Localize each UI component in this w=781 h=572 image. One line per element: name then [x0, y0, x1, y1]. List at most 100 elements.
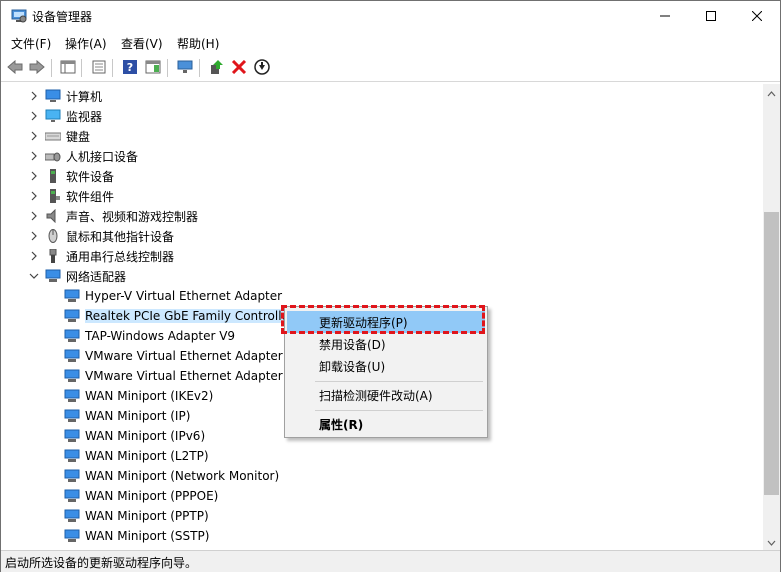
network-adapter-icon	[64, 389, 80, 403]
chevron-right-icon[interactable]	[29, 211, 39, 221]
menu-view[interactable]: 查看(V)	[121, 35, 163, 52]
chevron-right-icon[interactable]	[29, 111, 39, 121]
tree-item-network-adapter[interactable]: WAN Miniport (PPTP)	[64, 506, 209, 526]
forward-icon	[29, 59, 45, 77]
tree-label: 软件设备	[66, 169, 115, 184]
enable-device-button[interactable]	[253, 58, 271, 78]
network-adapter-icon	[64, 289, 80, 303]
network-adapter-icon	[64, 509, 80, 523]
tree-category-software-component[interactable]: 软件组件	[29, 186, 114, 206]
tree-label: WAN Miniport (Network Monitor)	[85, 469, 280, 483]
menu-file[interactable]: 文件(F)	[11, 35, 51, 52]
chevron-right-icon[interactable]	[29, 251, 39, 261]
vertical-scrollbar[interactable]	[763, 84, 780, 550]
scan-hardware-button[interactable]	[176, 59, 194, 77]
scroll-down-button[interactable]	[763, 533, 780, 550]
tree-label: 鼠标和其他指针设备	[66, 229, 175, 244]
tree-item-network-adapter[interactable]: TAP-Windows Adapter V9	[64, 326, 235, 346]
menu-help[interactable]: 帮助(H)	[177, 35, 219, 52]
show-hide-tree-button[interactable]	[59, 59, 77, 77]
tree-label: VMware Virtual Ethernet Adapter f	[85, 369, 291, 383]
forward-button[interactable]	[28, 59, 46, 77]
tree-label: 声音、视频和游戏控制器	[66, 209, 199, 224]
back-icon	[7, 59, 23, 77]
help-icon: ?	[122, 59, 138, 77]
chevron-right-icon[interactable]	[29, 191, 39, 201]
minimize-button[interactable]	[642, 1, 688, 32]
title-bar[interactable]: 设备管理器	[1, 1, 780, 32]
tree-category-network-adapters[interactable]: 网络适配器	[29, 266, 126, 286]
tree-category-monitor[interactable]: 监视器	[29, 106, 102, 126]
tree-label: TAP-Windows Adapter V9	[85, 329, 236, 343]
maximize-button[interactable]	[688, 1, 734, 32]
status-text: 启动所选设备的更新驱动程序向导。	[5, 556, 198, 570]
tree-category-hid[interactable]: 人机接口设备	[29, 146, 138, 166]
tree-item-network-adapter[interactable]: WAN Miniport (IPv6)	[64, 426, 205, 446]
tree-item-network-adapter[interactable]: VMware Virtual Ethernet Adapter f	[64, 366, 291, 386]
chevron-right-icon[interactable]	[29, 231, 39, 241]
monitor-icon	[45, 109, 61, 123]
tree-item-network-adapter[interactable]: WAN Miniport (Network Monitor)	[64, 466, 279, 486]
network-adapter-icon	[45, 269, 61, 283]
software-device-icon	[45, 169, 61, 183]
scroll-up-button[interactable]	[763, 84, 780, 101]
close-button[interactable]	[734, 1, 780, 32]
tree-label: Realtek PCIe GbE Family Controlle	[85, 309, 289, 323]
chevron-right-icon[interactable]	[29, 151, 39, 161]
update-driver-icon	[208, 59, 224, 77]
usb-icon	[45, 248, 61, 263]
tree-item-network-adapter[interactable]: WAN Miniport (SSTP)	[64, 526, 209, 546]
tree-category-audio[interactable]: 声音、视频和游戏控制器	[29, 206, 198, 226]
properties-icon	[91, 60, 107, 77]
menu-item-uninstall-device[interactable]: 卸载设备(U)	[287, 355, 485, 377]
tree-category-computer[interactable]: 计算机	[29, 86, 102, 106]
tree-item-network-adapter[interactable]: WAN Miniport (L2TP)	[64, 446, 209, 466]
network-adapter-icon	[64, 409, 80, 423]
update-driver-button[interactable]	[207, 59, 225, 77]
toolbar-separator	[199, 59, 200, 77]
back-button[interactable]	[6, 59, 24, 77]
network-adapter-icon	[64, 529, 80, 543]
network-adapter-icon	[64, 449, 80, 463]
menu-item-label: 卸载设备(U)	[319, 359, 386, 374]
tree-item-network-adapter[interactable]: Hyper-V Virtual Ethernet Adapter	[64, 286, 282, 306]
tree-item-network-adapter[interactable]: WAN Miniport (IP)	[64, 406, 190, 426]
tree-label: WAN Miniport (PPPOE)	[85, 489, 219, 503]
chevron-down-icon[interactable]	[29, 271, 39, 281]
maximize-icon	[706, 10, 716, 24]
tree-item-network-adapter-selected[interactable]: Realtek PCIe GbE Family Controlle	[64, 306, 289, 326]
tree-label: 通用串行总线控制器	[66, 249, 175, 264]
mouse-icon	[45, 229, 61, 243]
chevron-right-icon[interactable]	[29, 131, 39, 141]
scrollbar-thumb[interactable]	[764, 212, 779, 495]
menu-item-properties[interactable]: 属性(R)	[287, 413, 485, 435]
uninstall-device-button[interactable]	[230, 59, 248, 77]
menu-action[interactable]: 操作(A)	[65, 35, 107, 52]
enable-device-icon	[254, 58, 270, 78]
tree-label: 软件组件	[66, 189, 115, 204]
network-adapter-icon	[64, 349, 80, 363]
network-adapter-icon	[64, 369, 80, 383]
tree-label: 键盘	[66, 129, 91, 144]
tree-item-network-adapter[interactable]: WAN Miniport (IKEv2)	[64, 386, 213, 406]
tree-category-usb[interactable]: 通用串行总线控制器	[29, 246, 174, 266]
help-button[interactable]: ?	[121, 59, 139, 77]
chevron-right-icon[interactable]	[29, 91, 39, 101]
action-pane-button[interactable]	[144, 59, 162, 77]
tree-item-network-adapter[interactable]: VMware Virtual Ethernet Adapter f	[64, 346, 291, 366]
properties-button[interactable]	[90, 59, 108, 77]
tree-category-keyboard[interactable]: 键盘	[29, 126, 90, 146]
device-manager-icon	[11, 9, 27, 23]
tree-label: Hyper-V Virtual Ethernet Adapter	[85, 289, 283, 303]
menu-item-disable-device[interactable]: 禁用设备(D)	[287, 333, 485, 355]
tree-category-mouse[interactable]: 鼠标和其他指针设备	[29, 226, 174, 246]
tree-item-network-adapter[interactable]: WAN Miniport (PPPOE)	[64, 486, 218, 506]
chevron-right-icon[interactable]	[29, 171, 39, 181]
chevron-down-icon	[767, 535, 776, 549]
tree-label: 计算机	[66, 89, 103, 104]
tree-label: WAN Miniport (L2TP)	[85, 449, 209, 463]
tree-category-software-device[interactable]: 软件设备	[29, 166, 114, 186]
menu-item-update-driver[interactable]: 更新驱动程序(P)	[287, 311, 485, 333]
menu-item-scan-hardware[interactable]: 扫描检测硬件改动(A)	[287, 384, 485, 406]
menu-bar: 文件(F) 操作(A) 查看(V) 帮助(H)	[1, 33, 780, 53]
